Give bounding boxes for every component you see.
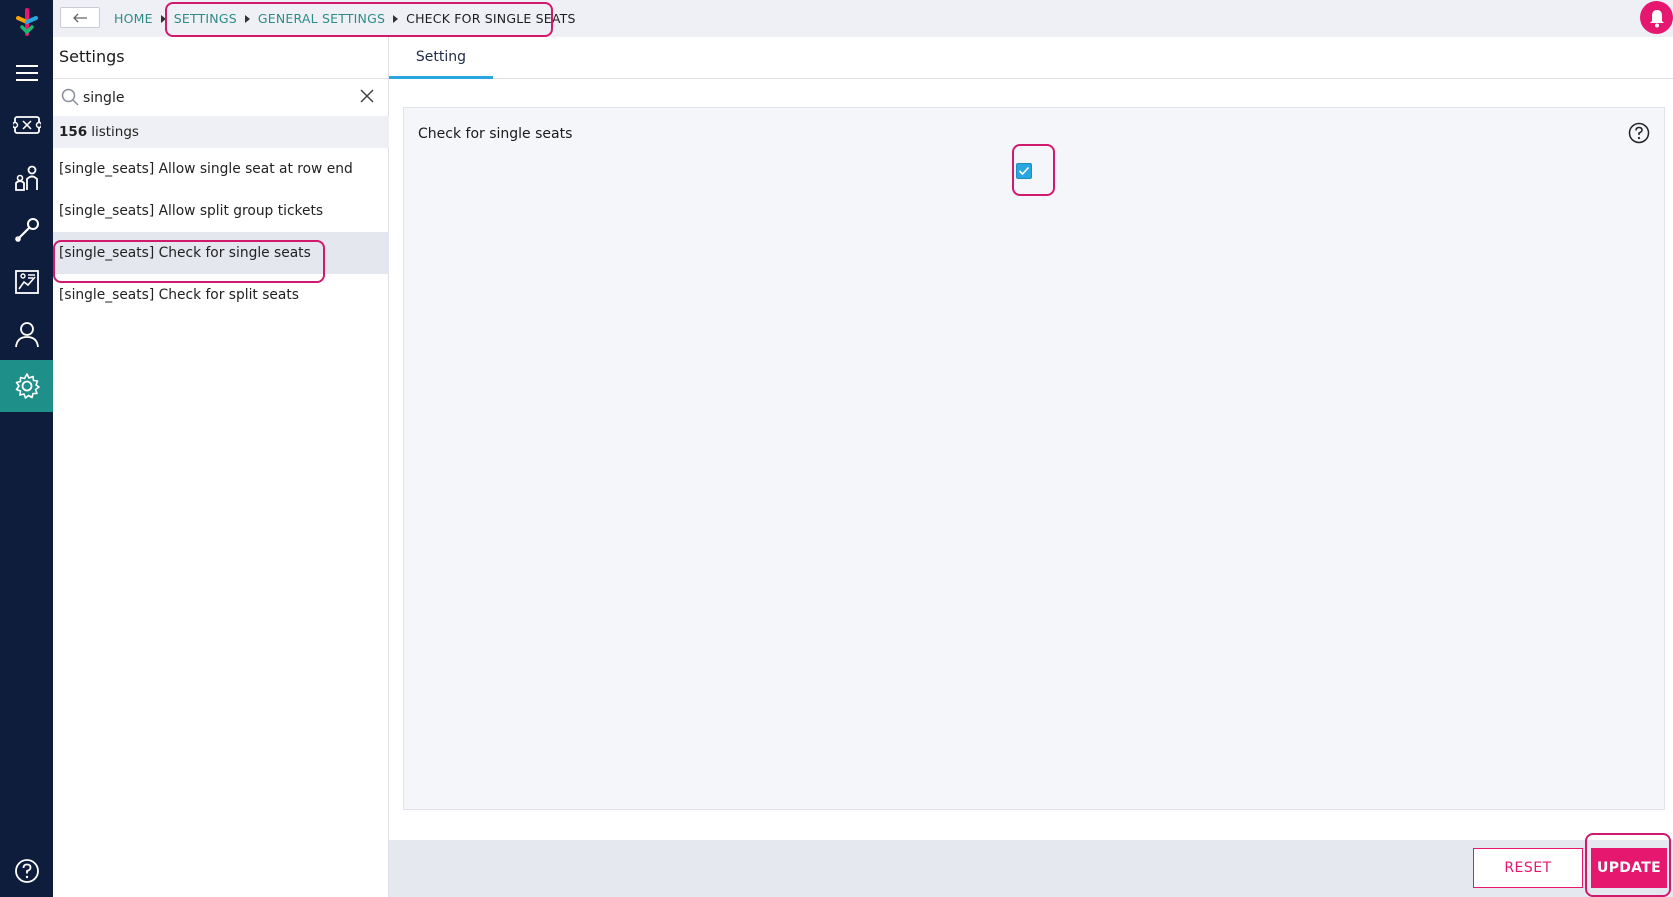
nav-tickets[interactable] <box>0 99 53 151</box>
breadcrumb-home[interactable]: HOME <box>114 11 153 26</box>
tab-setting[interactable]: Setting <box>389 37 493 79</box>
bell-icon <box>1649 9 1664 27</box>
nav-users[interactable] <box>0 308 53 360</box>
tools-icon <box>14 218 39 242</box>
list-item[interactable]: [single_seats] Allow single seat at row … <box>53 148 389 190</box>
panel-title: Settings <box>59 47 125 66</box>
search-row <box>53 78 389 116</box>
customers-icon <box>14 165 38 191</box>
reports-icon <box>14 270 39 294</box>
list-item[interactable]: [single_seats] Allow split group tickets <box>53 190 389 232</box>
tickets-icon <box>12 116 41 134</box>
reset-button[interactable]: RESET <box>1473 848 1583 888</box>
arrow-left-icon <box>73 13 87 22</box>
setting-label: Check for single seats <box>418 126 573 142</box>
setting-card: Check for single seats <box>403 107 1665 810</box>
listing-count: 156 listings <box>53 116 389 148</box>
breadcrumb-highlight <box>165 2 553 37</box>
menu-button[interactable] <box>0 47 53 99</box>
help-circle-icon[interactable] <box>1628 122 1650 144</box>
user-icon <box>14 322 39 348</box>
nav-tools[interactable] <box>0 204 53 256</box>
close-icon[interactable] <box>359 88 375 104</box>
search-input[interactable] <box>83 85 353 111</box>
action-footer: RESET UPDATE <box>389 840 1673 897</box>
settings-icon <box>15 373 40 399</box>
update-highlight <box>1585 833 1671 897</box>
nav-settings[interactable] <box>0 360 53 412</box>
settings-list-panel: Settings 156 listings [single_seats] All… <box>53 37 389 897</box>
search-icon <box>61 88 79 106</box>
listing-count-label: listings <box>91 124 139 140</box>
selected-item-highlight <box>53 240 325 283</box>
help-button[interactable] <box>0 845 53 897</box>
menu-icon <box>15 65 38 81</box>
checkbox-highlight <box>1012 144 1055 196</box>
app-logo[interactable] <box>14 8 40 36</box>
tab-bar: Setting <box>389 37 1673 79</box>
notifications-button[interactable] <box>1640 1 1673 34</box>
app-rail <box>0 0 53 897</box>
back-button[interactable] <box>60 7 100 28</box>
nav-reports[interactable] <box>0 256 53 308</box>
help-icon <box>14 859 39 883</box>
nav-customers[interactable] <box>0 152 53 204</box>
listing-count-number: 156 <box>59 124 88 140</box>
